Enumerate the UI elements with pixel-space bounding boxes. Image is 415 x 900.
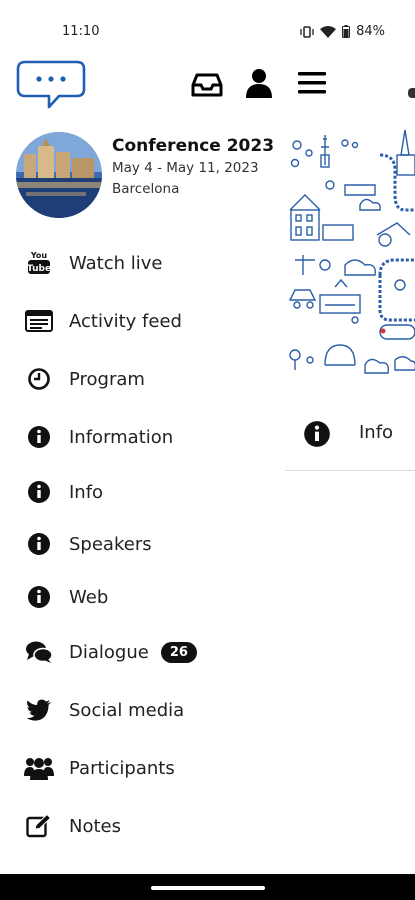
- event-avatar: [16, 132, 102, 218]
- menu-item-info[interactable]: Info: [24, 472, 279, 512]
- menu-item-label: Speakers: [69, 533, 152, 555]
- menu-item-label: Activity feed: [69, 310, 182, 332]
- svg-text:Tube: Tube: [27, 264, 51, 274]
- info-tile-label: Info: [359, 422, 394, 443]
- hamburger-menu-icon[interactable]: [296, 67, 328, 99]
- info-icon: [24, 582, 54, 612]
- wifi-icon: [320, 25, 337, 38]
- city-illustration: [288, 129, 415, 374]
- system-nav-bar: [0, 874, 415, 900]
- event-title: Conference 2023: [112, 136, 275, 156]
- clock-icon: [24, 364, 54, 394]
- menu-item-notes[interactable]: Notes: [24, 806, 279, 846]
- status-bar: 11:10 84%: [0, 0, 415, 52]
- event-dates: May 4 - May 11, 2023: [112, 160, 259, 176]
- event-location: Barcelona: [112, 181, 180, 197]
- menu-item-label: Watch live: [69, 252, 163, 274]
- info-icon: [24, 477, 54, 507]
- battery-icon: [342, 25, 351, 38]
- menu-item-speakers[interactable]: Speakers: [24, 524, 279, 564]
- menu-item-label: Participants: [69, 757, 175, 779]
- edit-icon: [24, 811, 54, 841]
- info-icon: [24, 422, 54, 452]
- twitter-icon: [24, 695, 54, 725]
- comments-icon: [24, 637, 54, 667]
- menu-item-social-media[interactable]: Social media: [24, 690, 279, 730]
- menu-item-label: Program: [69, 368, 145, 390]
- svg-text:You: You: [30, 251, 48, 260]
- menu-item-watch-live[interactable]: You Tube Watch live: [24, 243, 279, 283]
- menu-item-label: Info: [69, 481, 104, 503]
- feed-icon: [24, 306, 54, 336]
- top-bar: [0, 55, 415, 115]
- youtube-icon: You Tube: [24, 248, 54, 278]
- menu-item-information[interactable]: Information: [24, 417, 279, 457]
- status-icons: 84%: [300, 24, 385, 39]
- users-icon: [24, 753, 54, 783]
- menu-item-label: Information: [69, 426, 174, 448]
- event-header[interactable]: Conference 2023 May 4 - May 11, 2023 Bar…: [16, 130, 286, 220]
- user-icon[interactable]: [243, 67, 275, 99]
- vibrate-icon: [300, 25, 314, 38]
- menu-item-program[interactable]: Program: [24, 359, 279, 399]
- menu-item-label: Dialogue: [69, 641, 149, 663]
- status-time: 11:10: [62, 24, 100, 39]
- menu-item-activity-feed[interactable]: Activity feed: [24, 301, 279, 341]
- info-icon: [304, 421, 330, 447]
- info-tile[interactable]: Info: [285, 410, 415, 471]
- inbox-icon[interactable]: [191, 67, 223, 99]
- dialogue-count-badge: 26: [160, 641, 197, 663]
- overflow-edge: [408, 88, 415, 98]
- menu-item-label: Web: [69, 586, 109, 608]
- menu-item-label: Notes: [69, 815, 121, 837]
- chat-logo-icon[interactable]: [15, 58, 87, 114]
- menu-item-label: Social media: [69, 699, 185, 721]
- home-gesture-handle[interactable]: [151, 886, 265, 890]
- menu-item-web[interactable]: Web: [24, 577, 279, 617]
- info-icon: [24, 529, 54, 559]
- menu-item-dialogue[interactable]: Dialogue 26: [24, 632, 279, 672]
- battery-percent: 84%: [356, 24, 385, 39]
- menu-item-participants[interactable]: Participants: [24, 748, 279, 788]
